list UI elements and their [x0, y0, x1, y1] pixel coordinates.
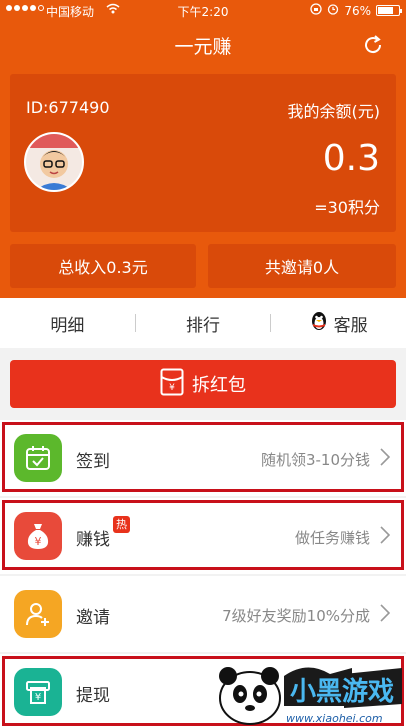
- menu-item-label: 提现: [76, 686, 110, 706]
- tab-ranking[interactable]: 排行: [136, 311, 271, 336]
- red-packet-icon: ¥: [160, 368, 184, 401]
- withdraw-icon: ¥: [14, 668, 62, 716]
- svg-text:¥: ¥: [35, 692, 41, 703]
- site-watermark: 小黑游戏 www.xiaohei.com: [212, 654, 406, 726]
- account-card: ID:677490 我的余额(元) 0.3 =30积分: [10, 74, 396, 232]
- battery-icon: [376, 5, 402, 16]
- money-bag-icon: ¥: [14, 512, 62, 560]
- menu-item-label: 赚钱: [76, 530, 110, 550]
- battery-percent: 76%: [344, 3, 371, 18]
- hot-badge: 热: [113, 516, 130, 533]
- menu-item-label: 签到: [76, 452, 110, 472]
- user-id: ID:677490: [26, 98, 110, 117]
- tab-label: 明细: [50, 315, 85, 336]
- refresh-icon[interactable]: [362, 34, 384, 56]
- red-packet-label: 拆红包: [192, 375, 246, 396]
- calendar-check-icon: [14, 434, 62, 482]
- lock-rotation-icon: [310, 3, 322, 18]
- tab-details[interactable]: 明细: [0, 311, 135, 336]
- points-value: =30积分: [314, 198, 380, 217]
- total-invites-stat: 共邀请0人: [208, 244, 396, 288]
- page-title: 一元赚: [174, 36, 232, 58]
- tab-customer-service[interactable]: 客服: [271, 311, 406, 336]
- menu-item-checkin[interactable]: 签到 随机领3-10分钱: [0, 420, 406, 496]
- tab-label: 客服: [333, 315, 368, 336]
- watermark-brand: 小黑游戏: [290, 677, 394, 707]
- menu-item-desc: 7级好友奖励10%分成: [222, 607, 370, 625]
- balance-value: 0.3: [322, 138, 380, 179]
- add-user-icon: [14, 590, 62, 638]
- avatar[interactable]: [24, 132, 84, 192]
- status-bar: 中国移动 下午2:20 76%: [0, 0, 406, 22]
- tab-bar: 明细 排行 客服: [0, 298, 406, 348]
- watermark-url: www.xiaohei.com: [286, 712, 383, 725]
- tab-label: 排行: [186, 315, 220, 336]
- alarm-icon: [327, 3, 339, 18]
- menu-item-invite[interactable]: 邀请 7级好友奖励10%分成: [0, 576, 406, 652]
- svg-text:¥: ¥: [169, 383, 175, 393]
- total-income-stat: 总收入0.3元: [10, 244, 196, 288]
- qq-penguin-icon: [310, 311, 328, 336]
- chevron-right-icon: [380, 526, 391, 544]
- nav-bar: 一元赚: [0, 22, 406, 68]
- menu-item-desc: 做任务赚钱: [294, 529, 370, 547]
- open-red-packet-button[interactable]: ¥ 拆红包: [10, 360, 396, 408]
- chevron-right-icon: [380, 448, 391, 466]
- balance-label: 我的余额(元): [287, 102, 381, 121]
- chevron-right-icon: [380, 604, 391, 622]
- menu-item-label: 邀请: [76, 608, 110, 628]
- svg-text:¥: ¥: [35, 535, 42, 548]
- menu-item-desc: 随机领3-10分钱: [260, 451, 370, 469]
- menu-item-earn[interactable]: ¥ 赚钱 热 做任务赚钱: [0, 498, 406, 574]
